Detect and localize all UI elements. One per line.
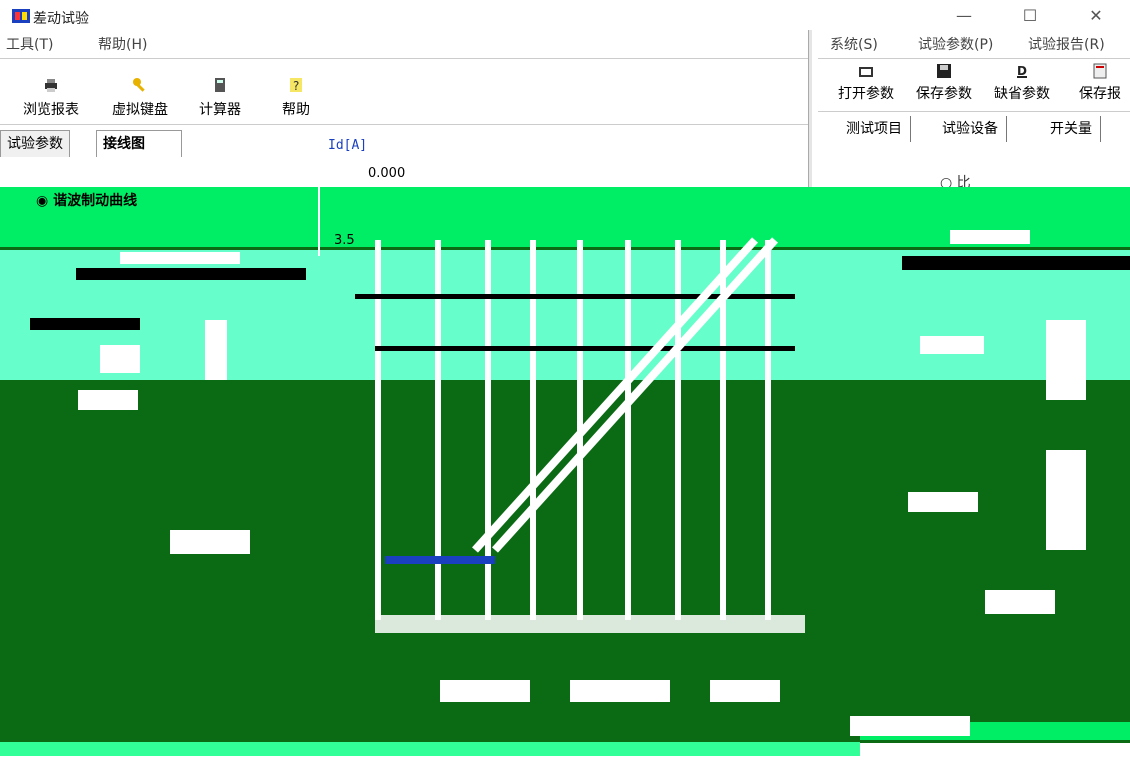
menu-test-params[interactable]: 试验参数(P): [918, 34, 993, 54]
minimize-button[interactable]: —: [950, 6, 978, 26]
save-report-icon: [1093, 63, 1107, 79]
tab-wiring-diagram[interactable]: 接线图: [96, 130, 182, 157]
noise-blob: [850, 716, 970, 736]
save-params-label: 保存参数: [916, 86, 972, 102]
noise-blob: [902, 256, 1130, 270]
calculator-button[interactable]: 计算器: [192, 59, 248, 121]
printer-icon: [45, 79, 57, 92]
help-button[interactable]: ? 帮助: [276, 59, 316, 121]
radio-selected-icon: ◉: [36, 193, 54, 209]
open-params-label: 打开参数: [838, 86, 894, 102]
tab-test-items[interactable]: 测试项目: [838, 116, 911, 142]
help-icon: ?: [290, 78, 302, 93]
overlay-band-bottom: [0, 742, 860, 756]
help-label: 帮助: [282, 102, 310, 118]
noise-blob: [710, 680, 780, 702]
menu-test-report[interactable]: 试验报告(R): [1028, 34, 1105, 54]
tab-test-equipment[interactable]: 试验设备: [934, 116, 1007, 142]
noise-blob: [100, 345, 140, 373]
menubar-right: 系统(S) 试验参数(P) 试验报告(R): [818, 32, 1130, 54]
noise-blob: [920, 336, 984, 354]
chart-x-axis-fragment: [375, 615, 805, 633]
menubar-left: 工具(T) 帮助(H): [0, 32, 810, 54]
noise-blob: [1046, 320, 1086, 400]
maximize-button[interactable]: ☐: [1016, 6, 1044, 26]
menu-help[interactable]: 帮助(H): [98, 34, 147, 54]
tabs-left: 试验参数 接线图: [0, 130, 310, 158]
svg-text:?: ?: [293, 79, 299, 93]
folder-open-icon: [859, 67, 873, 77]
virtual-keyboard-button[interactable]: 虚拟键盘: [104, 59, 176, 121]
toolbar-left: 浏览报表 虚拟键盘 计算器 ? 帮助: [0, 58, 812, 125]
app-icon: [12, 9, 30, 23]
open-params-button[interactable]: 打开参数: [830, 59, 902, 109]
key-icon: [133, 78, 145, 92]
differential-chart: [355, 237, 805, 633]
harmonic-label: 谐波制动曲线: [53, 193, 138, 209]
browse-report-label: 浏览报表: [23, 102, 79, 118]
save-report-label: 保存报: [1079, 86, 1121, 102]
noise-blob: [950, 230, 1030, 244]
menu-system[interactable]: 系统(S): [830, 34, 878, 54]
tab-test-params[interactable]: 试验参数: [0, 130, 70, 157]
noise-blob: [78, 390, 138, 410]
noise-blob: [440, 680, 530, 702]
noise-blob: [908, 492, 978, 512]
chart-y-axis-label: Id[A]: [328, 138, 368, 153]
noise-blob: [30, 318, 140, 330]
tab-switch-io[interactable]: 开关量: [1042, 116, 1101, 142]
noise-blob: [170, 530, 250, 554]
chart-horizontal-gridlines: [355, 294, 795, 351]
close-button[interactable]: ✕: [1082, 6, 1110, 26]
default-params-label: 缺省参数: [994, 86, 1050, 102]
default-icon: D: [1017, 64, 1027, 78]
menu-tools[interactable]: 工具(T): [6, 34, 53, 54]
svg-text:D: D: [1017, 64, 1027, 78]
save-icon: [937, 64, 951, 78]
calculator-label: 计算器: [199, 102, 241, 118]
chart-baseline-segment: [385, 556, 495, 564]
save-report-button[interactable]: 保存报: [1072, 59, 1128, 109]
harmonic-radio-option[interactable]: ◉ 谐波制动曲线: [36, 190, 137, 210]
default-params-button[interactable]: D 缺省参数: [986, 59, 1058, 109]
noise-blob: [205, 320, 227, 380]
noise-blob: [76, 268, 306, 280]
window-title: 差动试验: [33, 11, 89, 27]
virtual-keyboard-label: 虚拟键盘: [112, 102, 168, 118]
browse-report-button[interactable]: 浏览报表: [16, 59, 86, 121]
save-params-button[interactable]: 保存参数: [908, 59, 980, 109]
noise-blob: [1046, 450, 1086, 550]
toolbar-right: 打开参数 保存参数 D 缺省参数 保存报: [818, 58, 1130, 112]
noise-blob: [985, 590, 1055, 614]
calculator-icon: [215, 78, 225, 92]
noise-blob: [570, 680, 670, 702]
noise-blob: [120, 252, 240, 264]
tabs-right: 测试项目 试验设备 开关量: [818, 116, 1130, 144]
